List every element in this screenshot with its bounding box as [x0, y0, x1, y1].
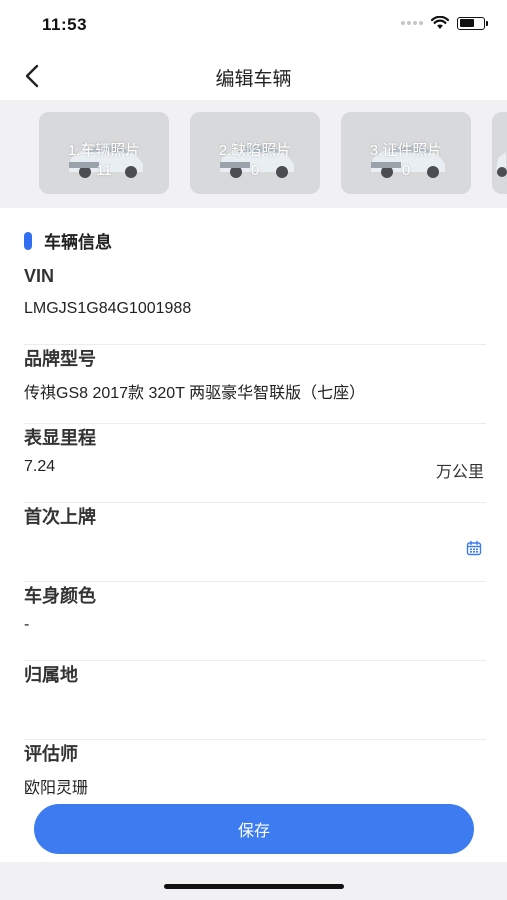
photo-label: 2.缺陷照片: [218, 142, 292, 159]
status-bar: 11:53: [0, 0, 507, 52]
calendar-icon[interactable]: [466, 540, 482, 556]
photo-count: 0: [401, 162, 411, 179]
battery-icon: [457, 16, 488, 30]
section-accent-bar: [24, 231, 32, 250]
page-title: 编辑车辆: [215, 69, 292, 90]
status-time: 11:53: [42, 15, 88, 34]
field-label: VIN: [24, 266, 55, 286]
home-indicator[interactable]: [164, 884, 344, 889]
signal-icon: [401, 21, 423, 25]
field-label: 首次上牌: [24, 507, 96, 527]
photo-card-vehicle[interactable]: 1.车辆照片 11: [39, 112, 169, 194]
field-label: 表显里程: [24, 428, 96, 448]
vin-value: LMGJS1G84G1001988: [24, 300, 192, 317]
model-field[interactable]: 品牌型号 传祺GS8 2017款 320T 两驱豪华智联版（七座）: [24, 345, 486, 424]
photo-count: 0: [250, 162, 260, 179]
bottom-safe-area: [0, 862, 507, 900]
mileage-field[interactable]: 表显里程 7.24 万公里: [24, 424, 486, 503]
color-field[interactable]: 车身颜色 -: [24, 582, 486, 661]
save-button[interactable]: 保存: [34, 804, 474, 854]
mileage-input[interactable]: 7.24: [24, 458, 55, 476]
nav-bar: 编辑车辆: [0, 52, 507, 100]
photo-label: 3.证件照片: [369, 142, 443, 159]
photo-card-defects[interactable]: 2.缺陷照片 0: [190, 112, 320, 194]
vin-field[interactable]: VIN LMGJS1G84G1001988: [24, 266, 486, 345]
photo-card-more[interactable]: [492, 112, 507, 194]
appraiser-value: 欧阳灵珊: [24, 780, 89, 797]
photo-count: 11: [96, 162, 112, 179]
color-value: -: [24, 616, 30, 633]
photo-strip[interactable]: 1.车辆照片 11 2.缺陷照片 0 3.证件照片 0: [0, 100, 507, 208]
status-icons: [401, 16, 488, 30]
mileage-unit: 万公里: [435, 464, 484, 481]
field-label: 归属地: [24, 665, 78, 685]
field-label: 评估师: [24, 744, 78, 764]
section-title: 车辆信息: [44, 233, 112, 252]
field-label: 品牌型号: [24, 349, 96, 369]
first-registration-field[interactable]: 首次上牌: [24, 503, 486, 582]
photo-card-documents[interactable]: 3.证件照片 0: [341, 112, 471, 194]
field-label: 车身颜色: [24, 586, 96, 606]
model-value: 传祺GS8 2017款 320T 两驱豪华智联版（七座）: [24, 385, 366, 402]
photo-label: 1.车辆照片: [67, 142, 141, 159]
section-header: 车辆信息: [24, 228, 112, 253]
car-photo: [492, 112, 507, 194]
location-field[interactable]: 归属地: [24, 661, 486, 740]
wifi-icon: [431, 16, 449, 29]
